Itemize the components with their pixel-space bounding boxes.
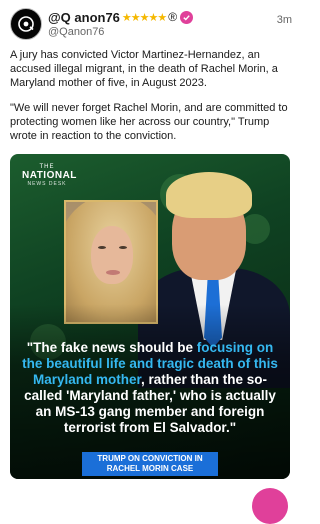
- post-paragraph-2: "We will never forget Rachel Morin, and …: [10, 102, 288, 142]
- post-header: @Q anon76 ★★★★★ ® @Qanon76 3m: [10, 8, 292, 42]
- floating-action-button[interactable]: [252, 488, 288, 524]
- logo-news-desk: NEWS DESK: [27, 181, 67, 187]
- post-media-image[interactable]: THE NATIONAL NEWS DESK "The fake news sh…: [10, 154, 290, 479]
- registered-mark: ®: [168, 10, 178, 24]
- user-handle[interactable]: @Qanon76: [48, 26, 104, 38]
- rating-stars: ★★★★★: [121, 11, 167, 24]
- quote-text: "The fake news should be focusing on the…: [18, 340, 282, 436]
- app-avatar-icon: [18, 16, 34, 32]
- post-body: A jury has convicted Victor Martinez-Her…: [10, 48, 292, 154]
- display-name[interactable]: @Q anon76: [48, 10, 120, 25]
- logo-national: NATIONAL: [22, 170, 77, 181]
- verified-badge-icon: [180, 10, 194, 24]
- post-timestamp: 3m: [276, 14, 292, 26]
- news-logo: THE NATIONAL NEWS DESK: [22, 164, 77, 187]
- post-paragraph-1: A jury has convicted Victor Martinez-Her…: [10, 49, 278, 89]
- avatar[interactable]: [10, 8, 42, 40]
- image-caption: TRUMP ON CONVICTION IN RACHEL MORIN CASE: [82, 452, 218, 476]
- name-row: @Q anon76 ★★★★★ ®: [48, 9, 194, 25]
- quote-part-1: "The fake news should be: [26, 340, 197, 355]
